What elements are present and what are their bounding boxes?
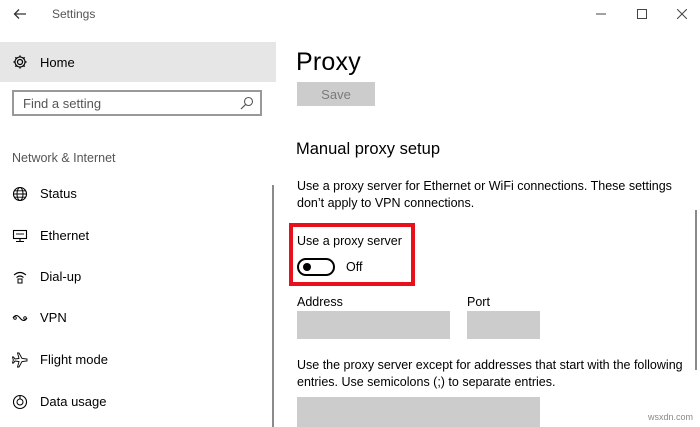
sidebar-item-vpn[interactable]: VPN — [0, 300, 270, 336]
highlight-box — [289, 223, 415, 286]
airplane-icon — [12, 352, 28, 368]
search-box[interactable] — [12, 90, 262, 116]
use-proxy-state: Off — [346, 260, 363, 274]
sidebar-item-label: Home — [40, 55, 75, 70]
app-title: Settings — [52, 7, 96, 21]
search-input[interactable] — [14, 92, 234, 114]
manual-proxy-heading: Manual proxy setup — [296, 140, 440, 158]
sidebar-item-dial-up[interactable]: Dial-up — [0, 259, 270, 295]
maximize-icon — [637, 9, 647, 19]
minimize-icon — [596, 13, 606, 15]
back-button[interactable] — [8, 4, 32, 24]
vpn-icon — [12, 314, 28, 322]
globe-icon — [12, 186, 28, 202]
back-arrow-icon — [13, 9, 26, 19]
sidebar-scrollbar[interactable] — [272, 185, 274, 427]
sidebar-item-label: Flight mode — [40, 352, 108, 367]
sidebar-item-home[interactable]: Home — [0, 42, 276, 82]
main-scrollbar[interactable] — [695, 210, 697, 370]
sidebar-item-label: Ethernet — [40, 228, 90, 243]
address-input[interactable] — [297, 311, 450, 339]
exceptions-description: Use the proxy server except for addresse… — [297, 358, 683, 389]
data-usage-icon — [12, 394, 28, 410]
sidebar-item-flight-mode[interactable]: Flight mode — [0, 342, 270, 378]
port-label: Port — [467, 295, 490, 309]
dialup-icon — [13, 271, 27, 284]
sidebar-item-data-usage[interactable]: Data usage — [0, 384, 270, 420]
use-proxy-toggle[interactable] — [297, 258, 335, 276]
maximize-button[interactable] — [627, 4, 657, 24]
search-icon — [240, 96, 254, 110]
toggle-knob — [303, 263, 311, 271]
sidebar-item-ethernet[interactable]: Ethernet — [0, 218, 270, 254]
save-button[interactable]: Save — [297, 82, 375, 106]
sidebar-item-status[interactable]: Status — [0, 176, 270, 212]
close-button[interactable] — [667, 4, 697, 24]
title-bar: Settings — [0, 0, 700, 30]
sidebar-item-label: Dial-up — [40, 269, 82, 284]
ethernet-icon — [12, 229, 28, 243]
manual-proxy-description: Use a proxy server for Ethernet or WiFi … — [297, 179, 672, 210]
exceptions-input[interactable] — [297, 397, 540, 427]
watermark: wsxdn.com — [648, 412, 694, 422]
use-proxy-label: Use a proxy server — [297, 234, 402, 248]
address-label: Address — [297, 295, 343, 309]
port-input[interactable] — [467, 311, 540, 339]
sidebar-item-label: Status — [40, 186, 77, 201]
section-label: Network & Internet — [12, 151, 116, 165]
minimize-button[interactable] — [586, 4, 616, 24]
sidebar-item-label: Data usage — [40, 394, 107, 409]
gear-icon — [13, 55, 27, 69]
sidebar-item-label: VPN — [40, 310, 67, 325]
close-icon — [676, 8, 688, 20]
page-title: Proxy — [296, 48, 361, 76]
